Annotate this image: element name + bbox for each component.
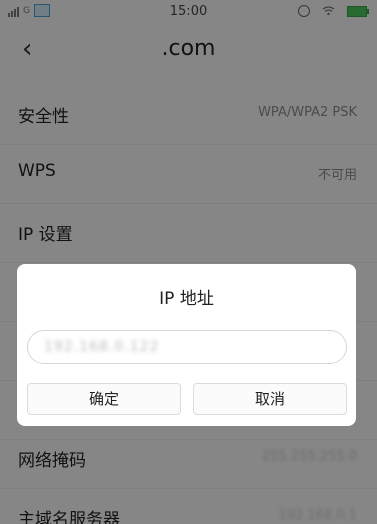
confirm-button[interactable]: 确定 bbox=[27, 383, 181, 415]
ip-address-value: 192.168.0.122 bbox=[44, 339, 160, 355]
dialog-title: IP 地址 bbox=[159, 289, 214, 309]
dim-overlay bbox=[0, 0, 377, 524]
ip-address-input[interactable]: 192.168.0.122 bbox=[27, 330, 347, 364]
cancel-button[interactable]: 取消 bbox=[193, 383, 347, 415]
wifi-settings-screen: G 15:00 ‹ .com 安全性 WPA/WPA2 PSK WPS 不可用 … bbox=[0, 0, 377, 524]
ip-address-dialog: IP 地址 192.168.0.122 确定 取消 bbox=[17, 264, 356, 426]
